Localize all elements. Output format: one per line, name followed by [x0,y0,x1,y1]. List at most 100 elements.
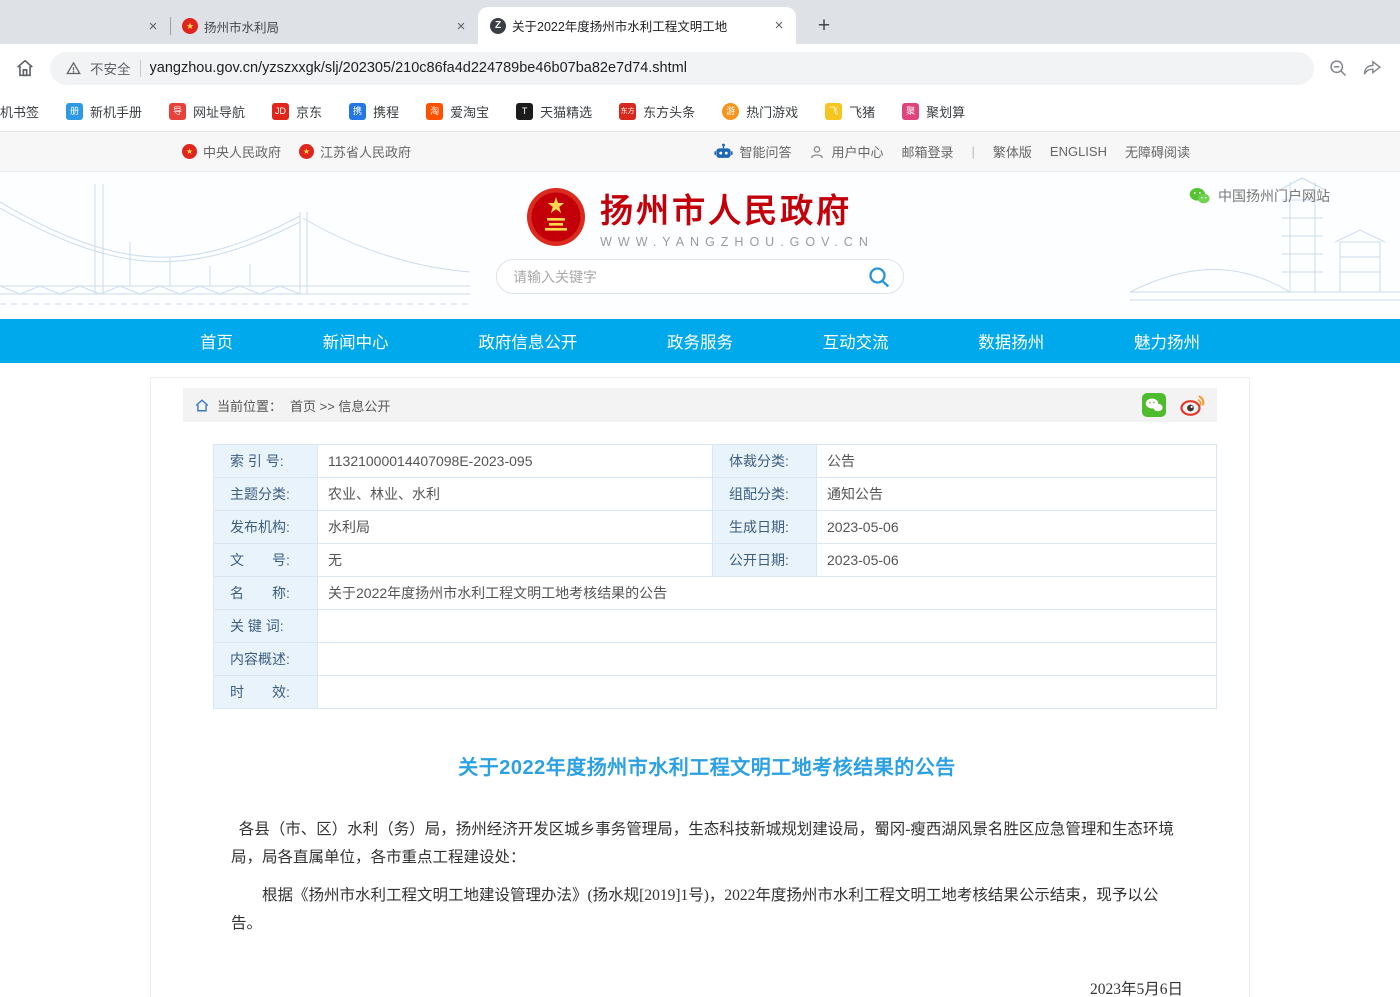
meta-value [318,676,1217,709]
smart-qa-link[interactable]: 智能问答 [714,142,791,161]
bookmark-label: 机书签 [0,102,39,121]
bookmark-item[interactable]: 机书签 [0,102,39,121]
bookmark-label: 网址导航 [193,102,245,121]
meta-value: 农业、林业、水利 [318,478,713,511]
nav-item-interaction[interactable]: 互动交流 [823,329,889,353]
user-icon [809,144,825,160]
bookmark-item[interactable]: 聚聚划算 [902,102,965,121]
bookmark-label: 飞猪 [849,102,875,121]
site-domain: WWW.YANGZHOU.GOV.CN [600,235,874,249]
url-text: yangzhou.gov.cn/yzszxxgk/slj/202305/210c… [150,60,687,76]
home-icon[interactable] [14,57,36,79]
bookmark-item[interactable]: 飞飞猪 [825,102,875,121]
close-icon[interactable] [144,17,162,35]
site-banner: 扬州市人民政府 WWW.YANGZHOU.GOV.CN 中国扬州门户网站 [0,172,1400,319]
nav-item-news[interactable]: 新闻中心 [323,329,389,353]
search-input[interactable] [513,269,867,285]
accessibility-link[interactable]: 无障碍阅读 [1125,142,1190,161]
meta-label: 生成日期: [713,511,817,544]
bookmark-item[interactable]: 导网址导航 [169,102,245,121]
nav-item-home[interactable]: 首页 [200,329,233,353]
divider [140,60,141,77]
bookmark-favicon-icon: 携 [349,103,366,120]
bookmark-item[interactable]: 册新机手册 [66,102,142,121]
gov-link-label: 江苏省人民政府 [320,142,411,161]
zoom-out-icon[interactable] [1328,58,1348,78]
portal-label: 中国扬州门户网站 [1218,186,1330,206]
bookmark-item[interactable]: 携携程 [349,102,399,121]
bookmark-favicon-icon: 淘 [426,103,443,120]
close-icon[interactable] [452,17,470,35]
nav-item-info-disclosure[interactable]: 政府信息公开 [478,329,577,353]
meta-value: 2023-05-06 [817,544,1217,577]
bookmark-label: 京东 [296,102,322,121]
search-icon[interactable] [867,265,891,289]
table-row: 内容概述: [214,643,1217,676]
bookmark-item[interactable]: 淘爱淘宝 [426,102,489,121]
wechat-share-icon[interactable] [1142,393,1166,417]
meta-value [318,610,1217,643]
bookmark-item[interactable]: 游热门游戏 [722,102,798,121]
meta-value: 通知公告 [817,478,1217,511]
link-jiangsu-gov[interactable]: ★江苏省人民政府 [299,142,411,161]
bookmark-favicon-icon: 导 [169,103,186,120]
bookmark-item[interactable]: T天猫精选 [516,102,592,121]
tab-title: 扬州市水利局 [204,17,446,36]
bookmark-favicon-icon: JD [272,103,289,120]
meta-value [318,643,1217,676]
meta-value: 11321000014407098E-2023-095 [318,445,713,478]
gov-link-label: 中央人民政府 [203,142,281,161]
table-row: 名 称: 关于2022年度扬州市水利工程文明工地考核结果的公告 [214,577,1217,610]
meta-label: 发布机构: [214,511,318,544]
mail-login-link[interactable]: 邮箱登录 [901,142,953,161]
browser-favicon-icon: Z [490,18,506,34]
bookmark-item[interactable]: 东方东方头条 [619,102,695,121]
document-meta-table: 索 引 号: 11321000014407098E-2023-095 体裁分类:… [213,444,1217,709]
table-row: 索 引 号: 11321000014407098E-2023-095 体裁分类:… [214,445,1217,478]
user-center-link[interactable]: 用户中心 [809,142,883,161]
table-row: 关 键 词: [214,610,1217,643]
bookmark-favicon-icon: 游 [722,103,739,120]
nav-item-services[interactable]: 政务服务 [667,329,733,353]
tab-3-active[interactable]: Z 关于2022年度扬州市水利工程文明工地 [478,7,796,44]
home-icon [195,399,209,412]
weibo-share-icon[interactable] [1180,394,1205,416]
meta-label: 体裁分类: [713,445,817,478]
bookmark-favicon-icon: 东方 [619,103,636,120]
meta-label: 索 引 号: [214,445,318,478]
url-field[interactable]: 不安全 yangzhou.gov.cn/yzszxxgk/slj/202305/… [50,52,1314,85]
breadcrumb-path[interactable]: 首页 >> 信息公开 [290,396,390,415]
share-icon[interactable] [1362,58,1382,78]
security-label: 不安全 [90,58,131,78]
new-tab-button[interactable]: + [810,12,838,40]
link-central-gov[interactable]: ★ 中央人民政府 [182,142,281,161]
user-center-label: 用户中心 [831,142,883,161]
bookmark-label: 热门游戏 [746,102,798,121]
nav-item-data[interactable]: 数据扬州 [978,329,1044,353]
close-icon[interactable] [770,17,788,35]
tab-2[interactable]: ★ 扬州市水利局 [170,8,478,44]
article-title: 关于2022年度扬州市水利工程文明工地考核结果的公告 [231,751,1183,780]
bookmark-label: 新机手册 [90,102,142,121]
content-card: 当前位置： 首页 >> 信息公开 索 引 号: 1132100001440709… [150,377,1250,997]
smart-qa-label: 智能问答 [739,142,791,161]
robot-icon [714,143,733,160]
bookmark-item[interactable]: JD 京东 [272,102,322,121]
english-link[interactable]: ENGLISH [1050,144,1107,159]
warning-icon [66,61,81,76]
national-emblem-icon [526,187,586,247]
emblem-icon: ★ [182,144,197,159]
portal-wechat-link[interactable]: 中国扬州门户网站 [1189,186,1330,206]
gov-topbar: ★中央人民政府 ★江苏省人民政府 智能问答 用户中心 邮箱登录 | 繁体版 EN… [0,132,1400,172]
traditional-link[interactable]: 繁体版 [993,142,1032,161]
meta-value: 2023-05-06 [817,511,1217,544]
nav-item-charm[interactable]: 魅力扬州 [1134,329,1200,353]
table-row: 发布机构: 水利局 生成日期: 2023-05-06 [214,511,1217,544]
table-row: 文 号: 无 公开日期: 2023-05-06 [214,544,1217,577]
bookmark-favicon-icon: 册 [66,103,83,120]
meta-label: 组配分类: [713,478,817,511]
breadcrumb: 当前位置： 首页 >> 信息公开 [183,388,1217,422]
article-paragraph: 各县（市、区）水利（务）局，扬州经济开发区城乡事务管理局，生态科技新城规划建设局… [231,816,1183,872]
tab-1[interactable] [0,8,170,44]
meta-value: 无 [318,544,713,577]
